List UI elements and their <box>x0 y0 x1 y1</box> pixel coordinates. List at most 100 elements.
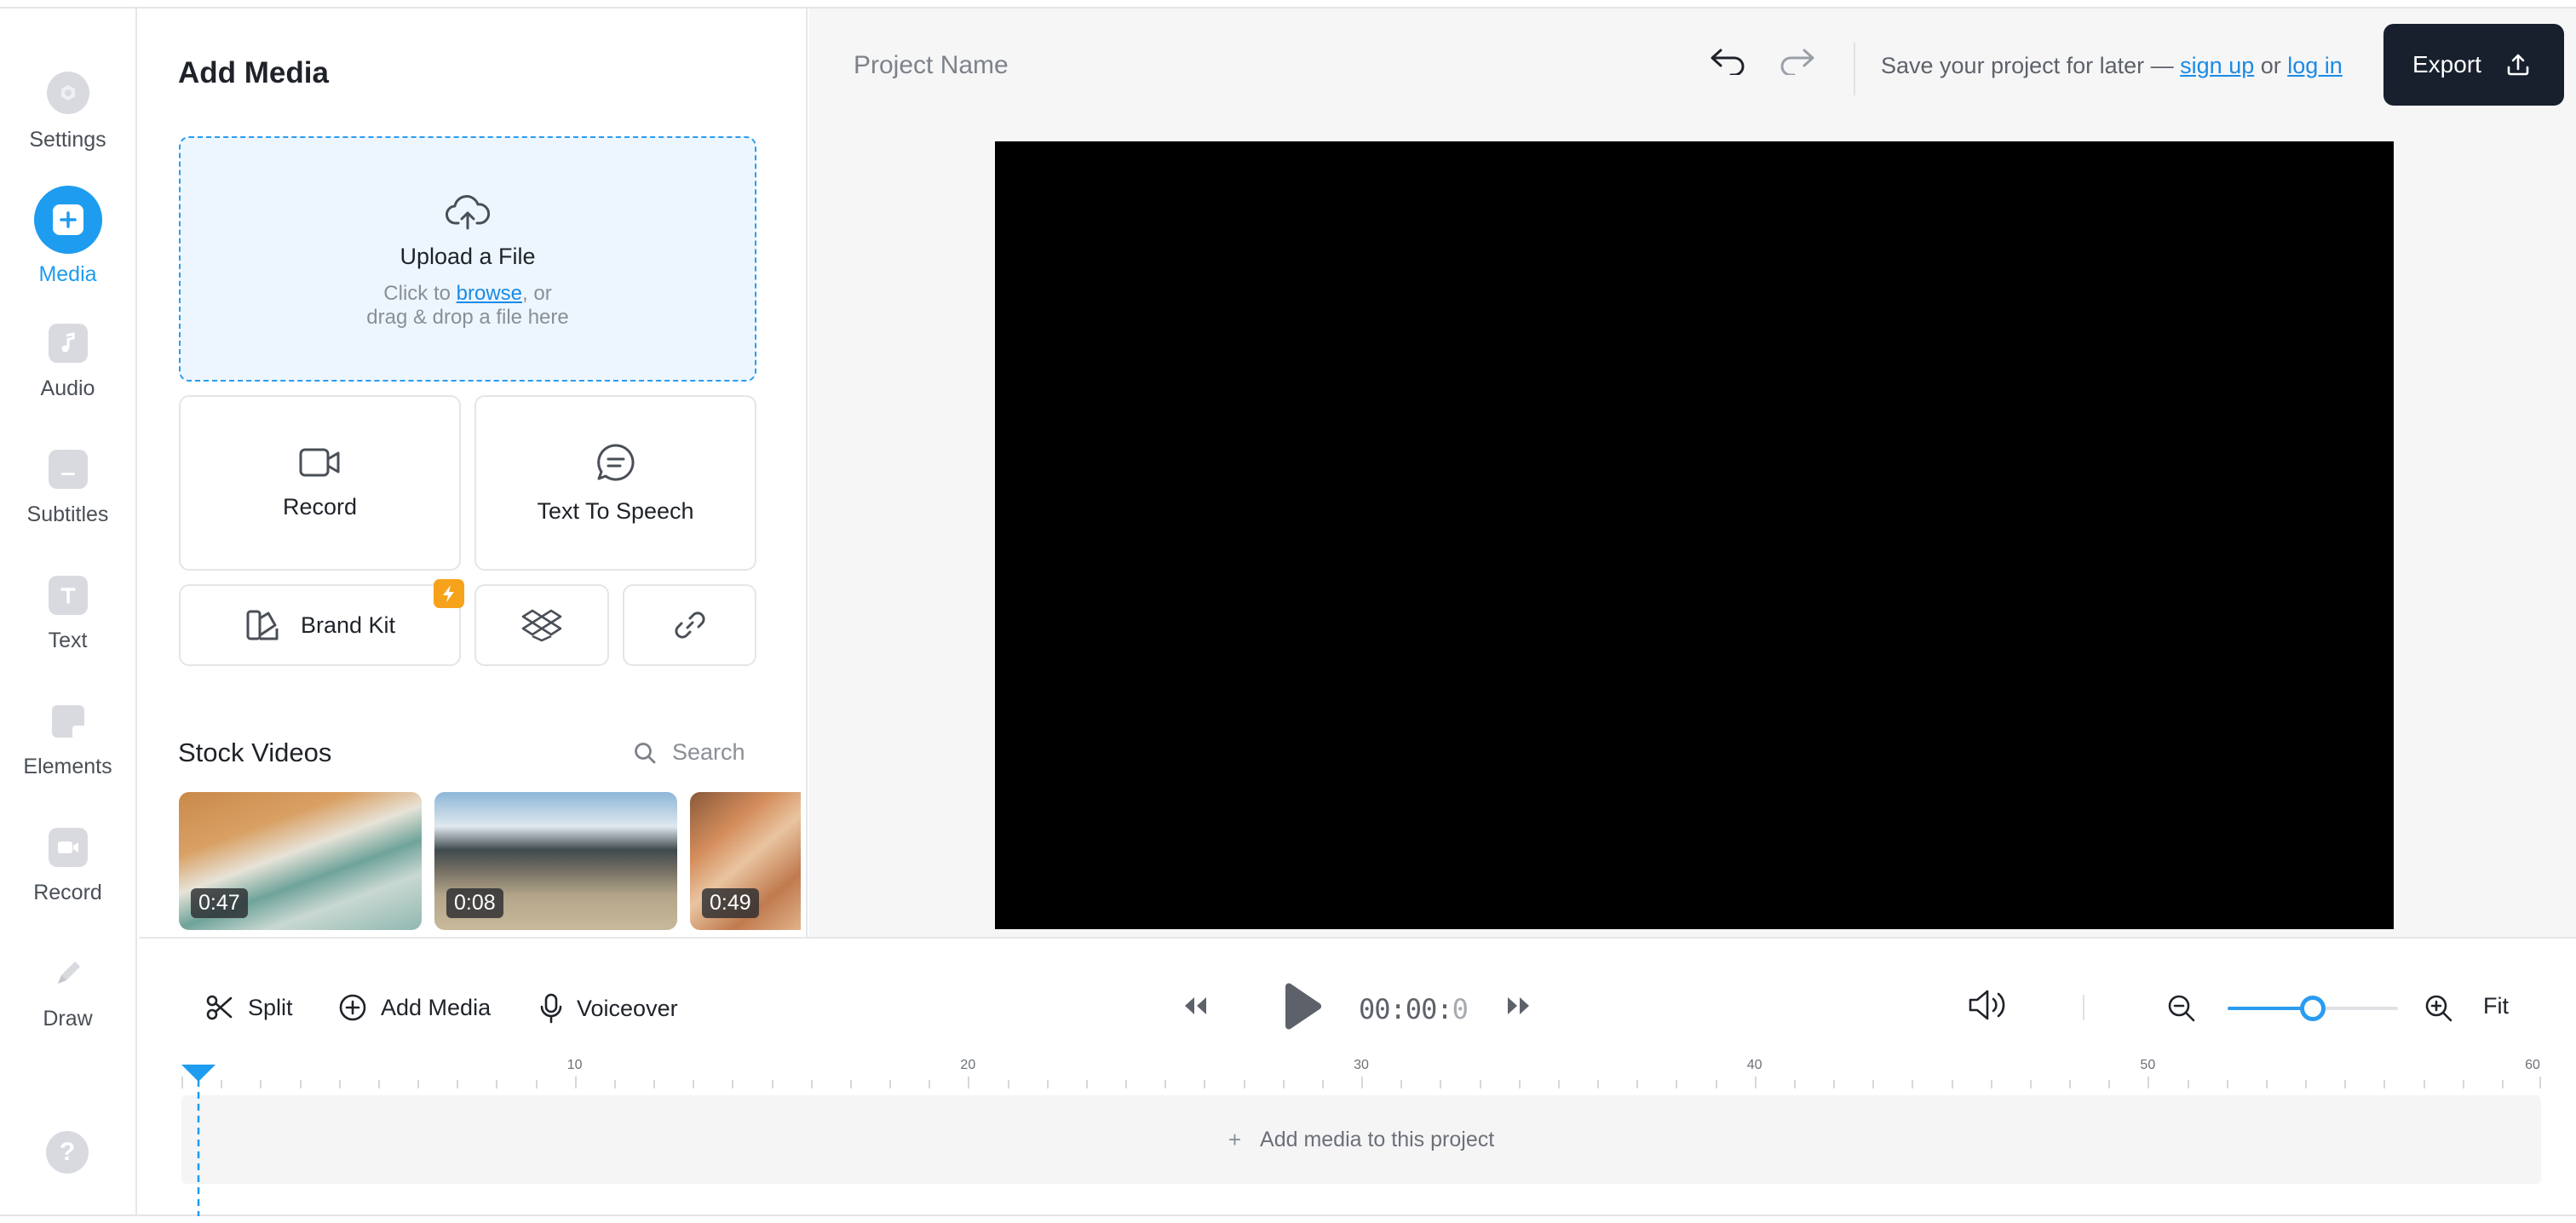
ruler-tick <box>2501 1080 2504 1088</box>
volume-icon[interactable] <box>1967 988 2011 1022</box>
dropbox-button[interactable] <box>474 584 609 666</box>
stock-search-button[interactable]: Search <box>633 739 745 766</box>
brand-kit-label: Brand Kit <box>300 612 396 638</box>
plus-icon <box>33 186 102 254</box>
ruler-tick <box>1951 1080 1953 1088</box>
timecode-fraction: 0 <box>1452 993 1469 1025</box>
ruler-tick <box>1321 1080 1324 1088</box>
voiceover-button[interactable]: Voiceover <box>539 993 678 1024</box>
zoom-out-icon[interactable] <box>2166 993 2197 1024</box>
ruler-tick <box>2226 1080 2228 1088</box>
ruler-tick <box>849 1080 852 1088</box>
timecode-display: 00:00:0 <box>1359 993 1469 1025</box>
ruler-tick <box>732 1080 734 1088</box>
upload-title: Upload a File <box>400 244 536 269</box>
sidebar-item-elements[interactable]: Elements <box>0 693 135 804</box>
ruler-tick <box>2148 1077 2150 1088</box>
sidebar-item-subtitles[interactable]: Subtitles <box>0 441 135 552</box>
duration-badge: 0:08 <box>446 888 503 918</box>
ruler-tick <box>338 1080 341 1088</box>
divider <box>2083 995 2084 1020</box>
link-button[interactable] <box>623 584 756 666</box>
sidebar-item-label: Media <box>38 262 97 286</box>
lightning-bolt-icon <box>434 579 464 608</box>
undo-icon[interactable] <box>1705 48 1748 75</box>
question-icon[interactable]: ? <box>46 1131 89 1174</box>
ruler-tick <box>889 1080 891 1088</box>
ruler-tick <box>1518 1080 1521 1088</box>
sidebar-item-label: Subtitles <box>26 502 109 526</box>
ruler-tick <box>2539 1077 2541 1088</box>
sidebar-item-draw[interactable]: Draw <box>0 945 135 1056</box>
ruler-tick <box>221 1080 223 1088</box>
redo-icon[interactable] <box>1777 48 1820 75</box>
timeline-ruler[interactable]: 10 20 30 40 50 60 <box>181 1058 2541 1088</box>
ruler-tick <box>1479 1080 1481 1088</box>
ruler-tick <box>1912 1080 1914 1088</box>
sidebar-item-audio[interactable]: Audio <box>0 315 135 426</box>
ruler-label: 50 <box>2140 1058 2156 1072</box>
record-label: Record <box>282 493 358 520</box>
ruler-tick <box>2305 1080 2307 1088</box>
zoom-in-icon[interactable] <box>2424 993 2454 1024</box>
zoom-slider-handle[interactable] <box>2300 996 2326 1021</box>
sidebar-item-text[interactable]: Text <box>0 567 135 678</box>
ruler-tick <box>1715 1080 1717 1088</box>
link-icon <box>674 612 705 639</box>
ruler-tick <box>1007 1080 1009 1088</box>
brand-kit-button[interactable]: Brand Kit <box>179 579 464 666</box>
duration-badge: 0:47 <box>191 888 248 918</box>
sidebar-item-record[interactable]: Record <box>0 819 135 930</box>
upload-dropzone[interactable]: Upload a File Click to browse, or drag &… <box>179 136 756 382</box>
stock-video-thumbnail[interactable]: 0:47 <box>179 792 422 930</box>
zoom-slider[interactable] <box>2228 996 2398 1021</box>
ruler-tick <box>574 1077 577 1088</box>
fit-button[interactable]: Fit <box>2483 993 2509 1019</box>
sticker-icon <box>49 702 88 741</box>
sidebar-item-settings[interactable]: Settings <box>0 65 135 175</box>
add-media-button[interactable]: Add Media <box>338 993 491 1022</box>
playhead[interactable] <box>181 1065 216 1216</box>
stock-video-thumbnail[interactable]: 0:49 <box>690 792 801 930</box>
sign-up-link[interactable]: sign up <box>2180 53 2254 78</box>
stock-video-thumbnail[interactable]: 0:08 <box>434 792 677 930</box>
empty-track-dropzone[interactable]: + Add media to this project <box>181 1095 2541 1184</box>
ruler-tick <box>613 1080 616 1088</box>
ruler-label: 10 <box>566 1058 583 1072</box>
sidebar-item-media[interactable]: Media <box>0 186 135 300</box>
split-button[interactable]: Split <box>205 993 293 1022</box>
ruler-tick <box>1243 1080 1245 1088</box>
video-camera-icon <box>299 448 339 476</box>
export-button[interactable]: Export <box>2383 24 2564 106</box>
sidebar-item-label: Text <box>48 629 88 652</box>
ruler-tick <box>260 1080 262 1088</box>
panel-title: Add Media <box>178 56 329 89</box>
ruler-tick <box>2423 1080 2425 1088</box>
text-to-speech-button[interactable]: Text To Speech <box>474 395 756 571</box>
ruler-tick <box>693 1080 695 1088</box>
sidebar: Settings Media Audio Subtitles Text Elem… <box>0 9 137 1214</box>
record-button[interactable]: Record <box>179 395 461 571</box>
ruler-tick <box>299 1080 302 1088</box>
log-in-link[interactable]: log in <box>2287 53 2343 78</box>
ruler-tick <box>2383 1080 2386 1088</box>
ruler-tick <box>1361 1077 1363 1088</box>
timecode-main: 00:00: <box>1359 993 1453 1025</box>
project-name-field[interactable]: Project Name <box>854 51 1009 80</box>
ruler-tick <box>1046 1080 1049 1088</box>
play-icon[interactable] <box>1277 981 1323 1032</box>
editor-header: Project Name Save your project for later… <box>809 9 2576 133</box>
browse-link[interactable]: browse <box>457 282 522 305</box>
ruler-tick <box>653 1080 655 1088</box>
microphone-icon <box>540 993 562 1024</box>
ruler-tick <box>1754 1077 1757 1088</box>
rewind-icon[interactable] <box>1178 991 1212 1020</box>
preview-stage <box>809 133 2576 937</box>
duration-badge: 0:49 <box>702 888 759 918</box>
split-label: Split <box>248 994 293 1020</box>
upload-instructions-text: drag & drop a file here <box>366 306 569 329</box>
video-canvas[interactable] <box>995 141 2394 929</box>
ruler-tick <box>1164 1080 1167 1088</box>
save-prompt-text: Save your project for later — <box>1881 53 2181 78</box>
fast-forward-icon[interactable] <box>1502 991 1536 1020</box>
